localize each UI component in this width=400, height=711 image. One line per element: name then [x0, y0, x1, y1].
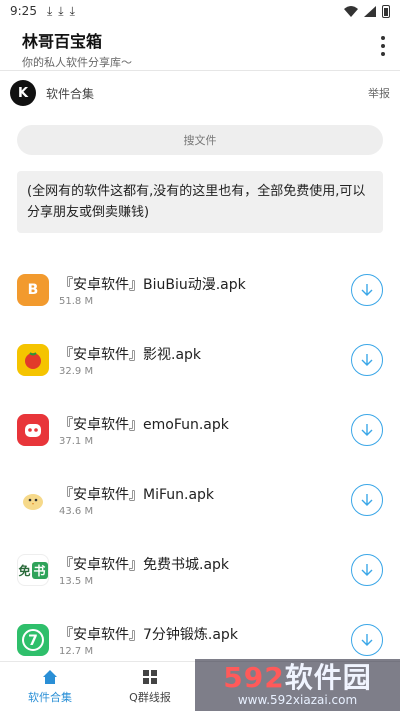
- nav-label: Q群线报: [129, 690, 171, 704]
- download-arrow-icon: [361, 634, 373, 646]
- grid-icon: [143, 669, 157, 684]
- download-arrow-icon: [361, 564, 373, 576]
- file-size: 43.6 M: [59, 505, 94, 517]
- bookstore-icon: 免书: [17, 554, 49, 586]
- status-bar: 9:25 ⤓ ⤓ ⤓: [0, 0, 400, 22]
- more-menu-icon[interactable]: [378, 36, 388, 56]
- seven-icon: 7: [17, 624, 49, 656]
- download-arrow-icon: [361, 494, 373, 506]
- nav-tab-collection[interactable]: 软件合集: [0, 662, 100, 711]
- file-name: 『安卓软件』emoFun.apk: [59, 416, 229, 433]
- download-button[interactable]: [351, 624, 383, 656]
- list-item[interactable]: 『安卓软件』影视.apk 32.9 M: [0, 325, 400, 395]
- download-notification-icon: ⤓: [69, 3, 75, 18]
- download-arrow-icon: [361, 284, 373, 296]
- file-size: 37.1 M: [59, 435, 94, 447]
- file-name: 『安卓软件』BiuBiu动漫.apk: [59, 276, 246, 293]
- app-title: 林哥百宝箱: [22, 32, 103, 51]
- list-item[interactable]: 免书 『安卓软件』免费书城.apk 13.5 M: [0, 535, 400, 605]
- watermark-text: 软件园: [284, 661, 372, 694]
- collection-header: K 软件合集 举报: [0, 71, 400, 115]
- notice-text: (全网有的软件这都有,没有的这里也有，全部免费使用,可以分享朋友或倒卖赚钱): [17, 171, 383, 233]
- section-name: 软件合集: [46, 86, 95, 101]
- battery-icon: [382, 4, 390, 18]
- file-name: 『安卓软件』影视.apk: [59, 346, 202, 363]
- download-button[interactable]: [351, 344, 383, 376]
- file-size: 13.5 M: [59, 575, 94, 587]
- download-button[interactable]: [351, 554, 383, 586]
- wifi-icon: [344, 5, 358, 17]
- site-watermark: 592软件园 www.592xiazai.com: [195, 659, 400, 711]
- home-icon: [43, 669, 57, 684]
- file-size: 32.9 M: [59, 365, 94, 377]
- report-link[interactable]: 举报: [368, 85, 390, 101]
- download-arrow-icon: [361, 354, 373, 366]
- download-button[interactable]: [351, 274, 383, 306]
- file-name: 『安卓软件』7分钟锻炼.apk: [59, 626, 238, 643]
- download-arrow-icon: [361, 424, 373, 436]
- watermark-number: 592: [223, 661, 285, 694]
- list-item[interactable]: B 『安卓软件』BiuBiu动漫.apk 51.8 M: [0, 255, 400, 325]
- file-name: 『安卓软件』免费书城.apk: [59, 556, 230, 573]
- signal-icon: [364, 5, 376, 17]
- svg-text:7: 7: [28, 633, 38, 649]
- download-notification-icon: ⤓: [46, 3, 53, 18]
- list-item[interactable]: 『安卓软件』emoFun.apk 37.1 M: [0, 395, 400, 465]
- download-notification-icon: ⤓: [58, 3, 64, 18]
- list-item[interactable]: 『安卓软件』MiFun.apk 43.6 M: [0, 465, 400, 535]
- file-name: 『安卓软件』MiFun.apk: [59, 486, 215, 503]
- file-list: B 『安卓软件』BiuBiu动漫.apk 51.8 M 『安卓软件』影视.apk…: [0, 255, 400, 675]
- chick-icon: [17, 484, 49, 516]
- file-size: 12.7 M: [59, 645, 94, 657]
- collection-logo: K: [10, 80, 36, 106]
- tomato-icon: [17, 344, 49, 376]
- app-subtitle: 你的私人软件分享库〜: [22, 56, 132, 69]
- anime-girl-icon: B: [17, 274, 49, 306]
- nav-tab-qgroup[interactable]: Q群线报: [100, 662, 200, 711]
- search-input[interactable]: 搜文件: [17, 125, 383, 155]
- app-bar: 林哥百宝箱 你的私人软件分享库〜: [0, 22, 400, 70]
- watermark-title: 592软件园: [223, 663, 371, 693]
- download-button[interactable]: [351, 414, 383, 446]
- download-button[interactable]: [351, 484, 383, 516]
- clock: 9:25: [10, 4, 37, 18]
- nav-label: 软件合集: [28, 690, 72, 704]
- emo-face-icon: [17, 414, 49, 446]
- watermark-url: www.592xiazai.com: [237, 693, 358, 707]
- file-size: 51.8 M: [59, 295, 94, 307]
